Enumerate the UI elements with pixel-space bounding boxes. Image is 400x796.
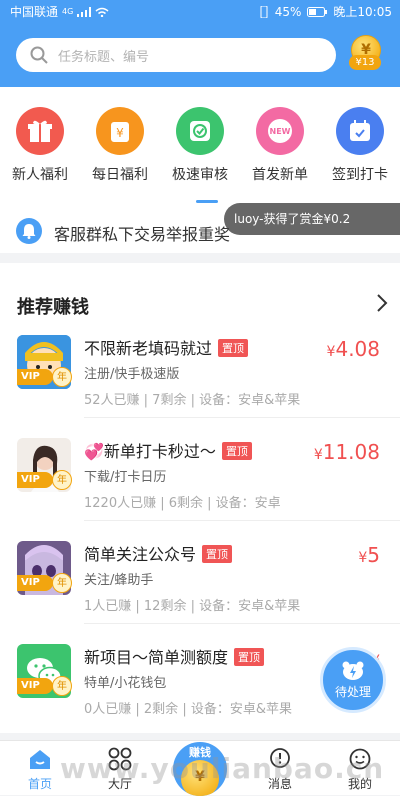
search-icon: [30, 46, 48, 64]
category-checkin[interactable]: 签到打卡: [320, 107, 400, 184]
task-title: 💞新单打卡秒过～ 置顶: [84, 438, 252, 462]
currency-symbol: ¥: [313, 447, 323, 463]
pinned-badge: 置顶: [221, 442, 252, 460]
task-price: ¥4.08: [327, 337, 380, 361]
page-indicator: [196, 200, 218, 203]
task-item[interactable]: VIP 年 简单关注公众号 置顶 关注/蜂助手 1人已赚 | 12剩余 | 设备：…: [0, 539, 400, 643]
wallet-button[interactable]: ¥ ¥13: [349, 35, 381, 73]
calendar-icon: [336, 107, 384, 155]
earn-caption: 赚钱: [189, 746, 211, 759]
bear-icon: [342, 661, 364, 680]
battery-icon: [307, 6, 328, 17]
task-item[interactable]: VIP 年 💞新单打卡秒过～ 置顶 下载/打卡日历 1220人已赚 | 6剩余 |…: [0, 436, 400, 540]
price-value: 4.08: [335, 337, 380, 361]
wifi-icon: [95, 7, 109, 17]
chevron-right-icon[interactable]: [376, 293, 388, 313]
currency-symbol: ¥: [358, 550, 368, 566]
vip-badge: VIP: [17, 575, 53, 591]
task-price: ¥5: [358, 543, 380, 567]
vip-badge: VIP: [17, 472, 53, 488]
task-meta: 1220人已赚 | 6剩余 | 设备：安卓: [84, 496, 281, 511]
category-new-order[interactable]: NEW 首发新单: [240, 107, 320, 184]
center-earn-button[interactable]: 赚钱 ¥: [173, 742, 227, 796]
price-value: 11.08: [322, 440, 380, 464]
task-meta: 0人已赚 | 2剩余 | 设备：安卓&苹果: [84, 702, 292, 717]
category-fast-review[interactable]: 极速审核: [160, 107, 240, 184]
year-badge: 年: [52, 676, 72, 696]
vip-badge: VIP: [17, 678, 53, 694]
svg-text:¥: ¥: [116, 126, 124, 140]
vibrate-icon: [260, 5, 268, 18]
wallet-amount: ¥13: [349, 55, 381, 70]
search-placeholder: 任务标题、编号: [58, 49, 150, 65]
search-bar[interactable]: 任务标题、编号: [16, 38, 336, 72]
category-label: 签到打卡: [332, 167, 388, 183]
category-label: 每日福利: [92, 167, 148, 183]
category-daily[interactable]: ¥ 每日福利: [80, 107, 160, 184]
money-bag-icon: ¥: [96, 107, 144, 155]
tab-label: 首页: [27, 777, 52, 791]
tab-label: 消息: [267, 777, 292, 791]
clock: 晚上10:05: [333, 5, 392, 19]
network-label: 4G: [62, 7, 74, 16]
task-title-text: 💞新单打卡秒过～: [84, 442, 216, 461]
divider: [84, 417, 400, 418]
year-badge: 年: [52, 367, 72, 387]
task-subtitle: 注册/快手极速版: [84, 367, 180, 382]
message-icon: [270, 748, 290, 768]
pinned-badge: 置顶: [202, 545, 233, 563]
task-title-text: 简单关注公众号: [84, 545, 197, 564]
category-label: 新人福利: [12, 167, 68, 183]
task-meta: 52人已赚 | 7剩余 | 设备：安卓&苹果: [84, 393, 301, 408]
new-badge-icon: NEW: [256, 107, 304, 155]
task-title: 新项目～简单测额度 置顶: [84, 644, 265, 668]
tab-profile[interactable]: 我的: [320, 741, 400, 795]
notice-text: 客服群私下交易举报重奖: [54, 225, 231, 244]
status-bar: 中国联通 4G 45% 晚上10:05: [0, 0, 400, 22]
carrier-label: 中国联通: [10, 5, 59, 19]
tab-label: 大厅: [107, 777, 132, 791]
tab-home[interactable]: 首页: [0, 741, 80, 795]
category-label: 极速审核: [172, 167, 228, 183]
category-new-user[interactable]: 新人福利: [0, 107, 80, 184]
coin-icon: ¥: [181, 760, 219, 796]
bell-icon: [16, 218, 42, 244]
grid-icon: [108, 747, 132, 771]
gift-icon: [16, 107, 64, 155]
battery-percent: 45%: [274, 4, 302, 19]
year-badge: 年: [52, 573, 72, 593]
task-subtitle: 关注/蜂助手: [84, 573, 154, 588]
check-icon: [176, 107, 224, 155]
task-subtitle: 特单/小花钱包: [84, 676, 167, 691]
task-meta: 1人已赚 | 12剩余 | 设备：安卓&苹果: [84, 599, 301, 614]
pinned-badge: 置顶: [218, 339, 249, 357]
vip-badge: VIP: [17, 369, 53, 385]
year-badge: 年: [52, 470, 72, 490]
price-value: 5: [367, 543, 380, 567]
signal-icon: [77, 6, 92, 17]
task-title: 简单关注公众号 置顶: [84, 541, 233, 565]
category-row: 新人福利 ¥ 每日福利 极速审核 NEW 首发新单 签到打卡: [0, 107, 400, 187]
svg-text:NEW: NEW: [270, 127, 291, 136]
task-price: ¥11.08: [314, 440, 380, 464]
task-title: 不限新老填码就过 置顶: [84, 335, 249, 359]
header: 中国联通 4G 45% 晚上10:05 任务标题、编号 ¥ ¥13: [0, 0, 400, 87]
task-item[interactable]: VIP 年 不限新老填码就过 置顶 注册/快手极速版 52人已赚 | 7剩余 | …: [0, 333, 400, 437]
section-title: 推荐赚钱: [17, 297, 89, 318]
tab-messages[interactable]: 消息: [240, 741, 320, 795]
reward-toast: luoy-获得了赏金¥0.2: [224, 203, 400, 235]
divider: [84, 520, 400, 521]
tab-hall[interactable]: 大厅: [80, 741, 160, 795]
task-title-text: 不限新老填码就过: [84, 339, 213, 358]
task-subtitle: 下载/打卡日历: [84, 470, 167, 485]
profile-icon: [349, 748, 371, 770]
pending-button[interactable]: 待处理: [320, 647, 386, 713]
divider: [84, 623, 400, 624]
pinned-badge: 置顶: [234, 648, 265, 666]
task-title-text: 新项目～简单测额度: [84, 648, 229, 667]
category-label: 首发新单: [252, 167, 308, 183]
home-icon: [30, 750, 50, 769]
pending-label: 待处理: [334, 685, 371, 699]
tab-label: 我的: [347, 777, 372, 791]
